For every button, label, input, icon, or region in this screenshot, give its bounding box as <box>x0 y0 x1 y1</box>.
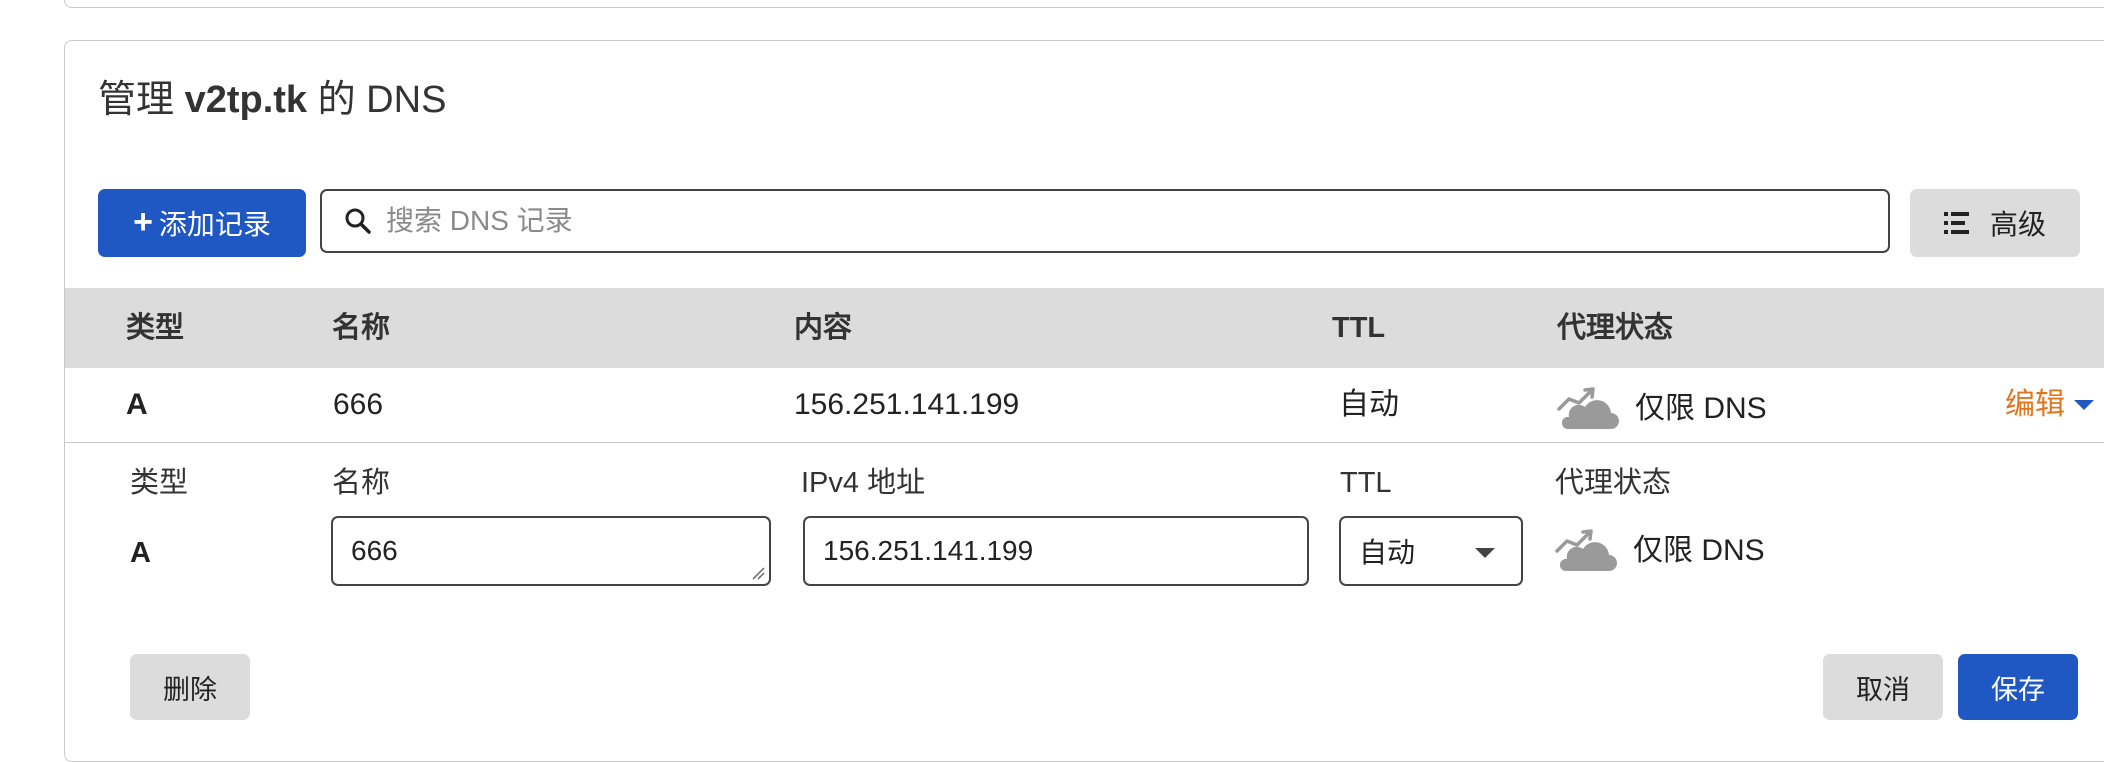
form-proxy-label: 代理状态 <box>1555 467 1672 499</box>
list-icon <box>1943 212 1969 234</box>
save-button[interactable]: 保存 <box>1958 654 2078 720</box>
search-input[interactable] <box>384 204 1838 238</box>
ttl-select[interactable]: 自动 <box>1339 516 1523 586</box>
search-box <box>320 189 1890 253</box>
dns-management-card: 管理 v2tp.tk 的 DNS + 添加记录 高级 类型 名称 内容 TTL … <box>64 40 2104 762</box>
table-row[interactable]: A 666 156.251.141.199 自动 仅限 DNS 编辑 <box>65 368 2104 443</box>
column-header-name[interactable]: 名称 <box>332 288 390 368</box>
advanced-label: 高级 <box>1989 209 2046 240</box>
table-header: 类型 名称 内容 TTL 代理状态 <box>65 288 2104 368</box>
record-content: 156.251.141.199 <box>794 388 1020 421</box>
add-record-button[interactable]: + 添加记录 <box>98 189 306 257</box>
form-proxy-value: 仅限 DNS <box>1633 534 1765 567</box>
column-header-content[interactable]: 内容 <box>794 288 852 368</box>
advanced-button[interactable]: 高级 <box>1910 189 2080 257</box>
delete-button[interactable]: 删除 <box>130 654 250 720</box>
record-ttl: 自动 <box>1339 388 1399 421</box>
add-record-label: 添加记录 <box>158 209 271 240</box>
caret-down-icon <box>2074 400 2094 410</box>
chevron-down-icon <box>1475 548 1495 558</box>
resize-grip-icon[interactable] <box>751 566 765 580</box>
form-ttl-label: TTL <box>1340 467 1392 499</box>
name-input[interactable] <box>351 535 769 567</box>
form-name-label: 名称 <box>332 467 391 499</box>
search-icon <box>345 208 371 234</box>
cloud-dns-only-icon <box>1557 387 1619 429</box>
edit-label: 编辑 <box>2005 388 2065 421</box>
ttl-selected-value: 自动 <box>1359 537 1416 568</box>
record-proxy-status: 仅限 DNS <box>1557 372 1767 446</box>
column-header-type[interactable]: 类型 <box>126 288 184 368</box>
domain-name: v2tp.tk <box>184 79 308 121</box>
ipv4-input[interactable] <box>823 535 1307 567</box>
form-type-label: 类型 <box>130 467 189 499</box>
column-header-ttl[interactable]: TTL <box>1332 288 1385 368</box>
page-title: 管理 v2tp.tk 的 DNS <box>98 77 446 123</box>
form-proxy-status[interactable]: 仅限 DNS <box>1555 521 1765 581</box>
previous-card <box>64 0 2104 8</box>
title-prefix: 管理 <box>98 79 175 121</box>
title-suffix: 的 DNS <box>317 79 447 121</box>
ipv4-field[interactable] <box>803 516 1309 586</box>
record-proxy-label: 仅限 DNS <box>1635 392 1767 425</box>
column-header-proxy-status[interactable]: 代理状态 <box>1557 288 1673 368</box>
edit-record-link[interactable]: 编辑 <box>2005 368 2095 442</box>
cloud-dns-only-icon <box>1555 529 1617 571</box>
form-type-value: A <box>130 537 151 569</box>
record-type: A <box>126 388 148 421</box>
cancel-button[interactable]: 取消 <box>1823 654 1943 720</box>
form-ipv4-label: IPv4 地址 <box>801 467 926 499</box>
record-name: 666 <box>333 388 384 421</box>
plus-icon: + <box>133 202 153 241</box>
name-field[interactable] <box>331 516 771 586</box>
